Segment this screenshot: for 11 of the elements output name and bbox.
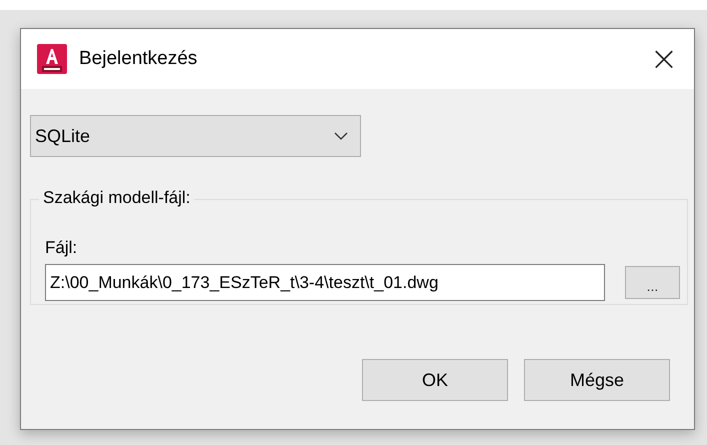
group-label: Szakági modell-fájl:	[39, 188, 194, 208]
app-logo-icon	[37, 44, 67, 74]
dialog-button[interactable]: Mégse	[524, 359, 670, 401]
close-button[interactable]: ×	[634, 30, 694, 88]
chevron-down-icon	[334, 132, 348, 140]
window-title: Bejelentkezés	[79, 48, 198, 70]
file-path-field[interactable]: Z:\00_Munkák\0_173_ESzTeR_t\3-4\teszt\t_01.dwg	[45, 264, 605, 301]
database-dropdown[interactable]: SQLite	[30, 115, 361, 157]
file-label: Fájl:	[45, 238, 78, 258]
dialog-button[interactable]: OK	[362, 359, 508, 401]
browse-button[interactable]: ...	[625, 266, 680, 299]
